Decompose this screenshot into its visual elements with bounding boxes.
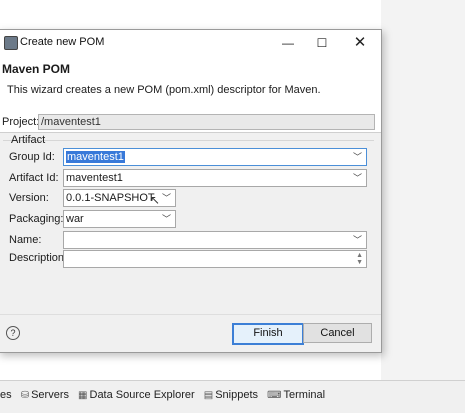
- packaging-value: war: [66, 213, 84, 225]
- mouse-pointer-icon: ↖: [150, 193, 161, 207]
- artifact-group-border: [3, 140, 374, 141]
- name-label: Name:: [9, 234, 42, 246]
- artifact-id-combo[interactable]: maventest1 ﹀: [63, 169, 367, 187]
- project-label: Project:: [2, 116, 40, 128]
- background-editor-area: [381, 0, 465, 380]
- name-combo[interactable]: ﹀: [63, 231, 367, 249]
- tab-terminal[interactable]: ⌨ Terminal: [267, 389, 325, 401]
- packaging-label: Packaging:: [9, 213, 64, 225]
- description-label: Description:: [9, 252, 68, 264]
- data-source-explorer-icon: ▦: [78, 390, 88, 401]
- group-id-value: maventest1: [66, 151, 125, 163]
- artifact-group-label: Artifact: [11, 134, 46, 146]
- tab-snippets[interactable]: ▤ Snippets: [204, 389, 258, 401]
- bottom-view-tabbar: es ⛁ Servers ▦ Data Source Explorer ▤ Snipp…: [0, 380, 465, 413]
- eclipse-app-icon: [4, 36, 18, 50]
- create-pom-dialog: Create new POM — ☐ ✕ Maven POM This wiza…: [0, 29, 382, 353]
- artifact-id-label: Artifact Id:: [9, 172, 59, 184]
- minimize-button[interactable]: —: [273, 33, 303, 53]
- close-button[interactable]: ✕: [345, 33, 375, 53]
- servers-icon: ⛁: [20, 390, 30, 401]
- wizard-description: This wizard creates a new POM (pom.xml) …: [7, 84, 321, 96]
- chevron-down-icon[interactable]: ﹀: [353, 232, 362, 248]
- maximize-button[interactable]: ☐: [307, 33, 337, 53]
- help-icon[interactable]: ?: [6, 326, 20, 340]
- version-value: 0.0.1-SNAPSHOT: [66, 192, 155, 204]
- packaging-combo[interactable]: war ﹀: [63, 210, 176, 228]
- finish-button[interactable]: Finish: [232, 323, 304, 345]
- project-field: /maventest1: [38, 114, 375, 130]
- wizard-title: Maven POM: [2, 62, 71, 76]
- dialog-title: Create new POM: [20, 36, 105, 48]
- footer-separator: [0, 314, 381, 315]
- tab-problems[interactable]: es: [0, 389, 12, 401]
- snippets-icon: ▤: [203, 390, 214, 401]
- chevron-down-icon[interactable]: ﹀: [353, 149, 362, 165]
- artifact-id-value: maventest1: [66, 172, 123, 184]
- cancel-button[interactable]: Cancel: [303, 323, 372, 343]
- version-label: Version:: [9, 192, 49, 204]
- chevron-down-icon[interactable]: ﹀: [353, 170, 362, 186]
- description-textarea[interactable]: ▲ ▼: [63, 250, 367, 268]
- group-id-label: Group Id:: [9, 151, 55, 163]
- group-id-combo[interactable]: maventest1 ﹀: [63, 148, 367, 166]
- dialog-titlebar[interactable]: Create new POM — ☐ ✕: [0, 30, 381, 56]
- terminal-icon: ⌨: [267, 390, 282, 401]
- chevron-down-icon[interactable]: ﹀: [162, 211, 171, 227]
- tab-servers[interactable]: ⛁ Servers: [21, 389, 69, 401]
- chevron-down-icon[interactable]: ﹀: [162, 190, 171, 206]
- scroll-arrows-icon[interactable]: ▲ ▼: [356, 252, 363, 266]
- tab-data-source-explorer[interactable]: ▦ Data Source Explorer: [78, 389, 195, 401]
